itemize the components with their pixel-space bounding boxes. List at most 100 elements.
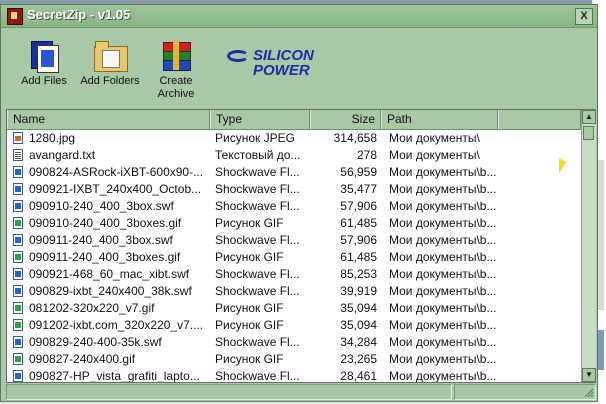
file-size: 28,461 xyxy=(340,369,377,382)
file-size: 85,253 xyxy=(340,267,377,281)
table-row[interactable]: 1280.jpg Рисунок JPEG 314,658 Мои документы… xyxy=(7,130,581,147)
table-row[interactable]: 090921-IXBT_240x400_Octob... Shockwave Fl… xyxy=(7,181,581,198)
mouse-cursor-icon xyxy=(558,157,567,177)
column-header-type[interactable]: Type xyxy=(210,110,310,129)
create-archive-label-line2: Archive xyxy=(157,88,195,100)
file-type: Shockwave Fl... xyxy=(215,233,300,247)
file-path: Мои документы\b... xyxy=(389,165,497,179)
table-row[interactable]: 090921-468_60_mac_xibt.swf Shockwave Fl..… xyxy=(7,266,581,283)
create-archive-label-line1: Create xyxy=(159,75,193,87)
table-row[interactable]: 090911-240_400_3boxes.gif Рисунок GIF 61,4… xyxy=(7,249,581,266)
file-gif-icon xyxy=(13,319,23,331)
status-bar xyxy=(6,384,596,400)
scroll-thumb[interactable] xyxy=(583,126,594,140)
file-path: Мои документы\b... xyxy=(389,284,497,298)
column-header-extra[interactable] xyxy=(498,110,581,129)
file-name: avangard.txt xyxy=(29,148,96,162)
add-folders-label: Add Folders xyxy=(80,75,140,87)
table-row[interactable]: 090829-240-400-35k.swf Shockwave Fl... 34,… xyxy=(7,334,581,351)
file-path: Мои документы\b... xyxy=(389,199,497,213)
file-type: Рисунок GIF xyxy=(215,250,284,264)
file-name: 090921-468_60_mac_xibt.swf xyxy=(29,267,190,281)
table-row[interactable]: 090829-ixbt_240x400_38k.swf Shockwave Fl.… xyxy=(7,283,581,300)
file-name: 090827-240x400.gif xyxy=(29,352,136,366)
add-folders-button[interactable]: Add Folders xyxy=(77,40,143,88)
app-icon[interactable] xyxy=(7,8,23,25)
column-header-size[interactable]: Size xyxy=(310,110,381,129)
file-type: Shockwave Fl... xyxy=(215,267,300,281)
close-button[interactable]: X xyxy=(575,8,593,25)
create-archive-button[interactable]: Create Archive xyxy=(149,40,203,101)
file-type: Shockwave Fl... xyxy=(215,335,300,349)
title-bar[interactable]: SecretZip - v1.05 X xyxy=(1,5,597,28)
file-type: Рисунок GIF xyxy=(215,352,284,366)
table-row[interactable]: 090824-ASRock-iXBT-600x90-... Shockwave F… xyxy=(7,164,581,181)
scroll-up-icon[interactable]: ▲ xyxy=(582,110,596,124)
file-txt-icon xyxy=(13,149,23,161)
file-path: Мои документы\b... xyxy=(389,301,497,315)
file-size: 35,094 xyxy=(340,301,377,315)
silicon-power-logo: SILICON POWER xyxy=(227,48,323,80)
file-type: Рисунок GIF xyxy=(215,318,284,332)
file-name: 090910-240_400_3boxes.gif xyxy=(29,216,182,230)
table-row[interactable]: avangard.txt Текстовый до... 278 Мои докуме… xyxy=(7,147,581,164)
file-type: Shockwave Fl... xyxy=(215,369,300,382)
file-name: 090824-ASRock-iXBT-600x90-... xyxy=(29,165,204,179)
add-files-icon xyxy=(27,40,61,73)
file-path: Мои документы\b... xyxy=(389,267,497,281)
add-files-button[interactable]: Add Files xyxy=(15,40,73,88)
column-header-name[interactable]: Name xyxy=(7,110,210,129)
logo-line1: SILICON xyxy=(253,47,314,64)
file-size: 56,959 xyxy=(340,165,377,179)
file-type: Рисунок GIF xyxy=(215,301,284,315)
file-type: Shockwave Fl... xyxy=(215,165,300,179)
file-swf-icon xyxy=(13,370,23,382)
file-size: 61,485 xyxy=(340,250,377,264)
file-path: Мои документы\b... xyxy=(389,318,497,332)
file-name: 090911-240_400_3boxes.gif xyxy=(29,250,181,264)
file-swf-icon xyxy=(13,166,23,178)
table-row[interactable]: 090910-240_400_3box.swf Shockwave Fl... 57… xyxy=(7,198,581,215)
file-type: Shockwave Fl... xyxy=(215,182,300,196)
resize-grip-icon[interactable] xyxy=(582,386,594,398)
file-path: Мои документы\b... xyxy=(389,352,497,366)
file-swf-icon xyxy=(13,183,23,195)
window-title: SecretZip - v1.05 xyxy=(27,7,131,22)
file-name: 090921-IXBT_240x400_Octob... xyxy=(29,182,202,196)
add-files-label: Add Files xyxy=(21,75,67,87)
file-swf-icon xyxy=(13,336,23,348)
file-name: 090827-HP_vista_grafiti_lapto... xyxy=(29,369,200,382)
file-name: 1280.jpg xyxy=(29,131,76,145)
table-row[interactable]: 090911-240_400_3box.swf Shockwave Fl... 57… xyxy=(7,232,581,249)
add-folders-icon xyxy=(93,40,128,72)
file-jpg-icon xyxy=(13,132,23,144)
scroll-down-icon[interactable]: ▼ xyxy=(582,368,596,382)
file-gif-icon xyxy=(13,217,23,229)
file-path: Мои документы\b... xyxy=(389,335,497,349)
table-row[interactable]: 090910-240_400_3boxes.gif Рисунок GIF 61,4… xyxy=(7,215,581,232)
list-header: Name Type Size Path xyxy=(7,110,581,130)
file-size: 39,919 xyxy=(340,284,377,298)
vertical-scrollbar[interactable]: ▲ ▼ xyxy=(581,110,596,382)
file-type: Рисунок GIF xyxy=(215,216,284,230)
table-row[interactable]: 091202-ixbt.com_320x220_v7.... Рисунок GI… xyxy=(7,317,581,334)
file-size: 61,485 xyxy=(340,216,377,230)
table-row[interactable]: 090827-240x400.gif Рисунок GIF 23,265 Мои д… xyxy=(7,351,581,368)
table-row[interactable]: 090827-HP_vista_grafiti_lapto... Shockwav… xyxy=(7,368,581,382)
file-name: 090910-240_400_3box.swf xyxy=(29,199,174,213)
file-path: Мои документы\b... xyxy=(389,182,497,196)
column-header-path[interactable]: Path xyxy=(381,110,498,129)
file-size: 34,284 xyxy=(340,335,377,349)
file-swf-icon xyxy=(13,268,23,280)
file-type: Рисунок JPEG xyxy=(215,131,295,145)
file-swf-icon xyxy=(13,200,23,212)
file-type: Shockwave Fl... xyxy=(215,284,300,298)
file-name: 090911-240_400_3box.swf xyxy=(29,233,173,247)
file-size: 314,658 xyxy=(333,131,377,145)
file-rows: 1280.jpg Рисунок JPEG 314,658 Мои документы… xyxy=(7,130,581,382)
table-row[interactable]: 081202-320x220_v7.gif Рисунок GIF 35,094 Мо… xyxy=(7,300,581,317)
file-path: Мои документы\b... xyxy=(389,250,497,264)
logo-swoosh-icon xyxy=(227,50,249,62)
file-type: Shockwave Fl... xyxy=(215,199,300,213)
file-list[interactable]: Name Type Size Path 1280.jpg Рисунок JPEG… xyxy=(6,109,596,383)
